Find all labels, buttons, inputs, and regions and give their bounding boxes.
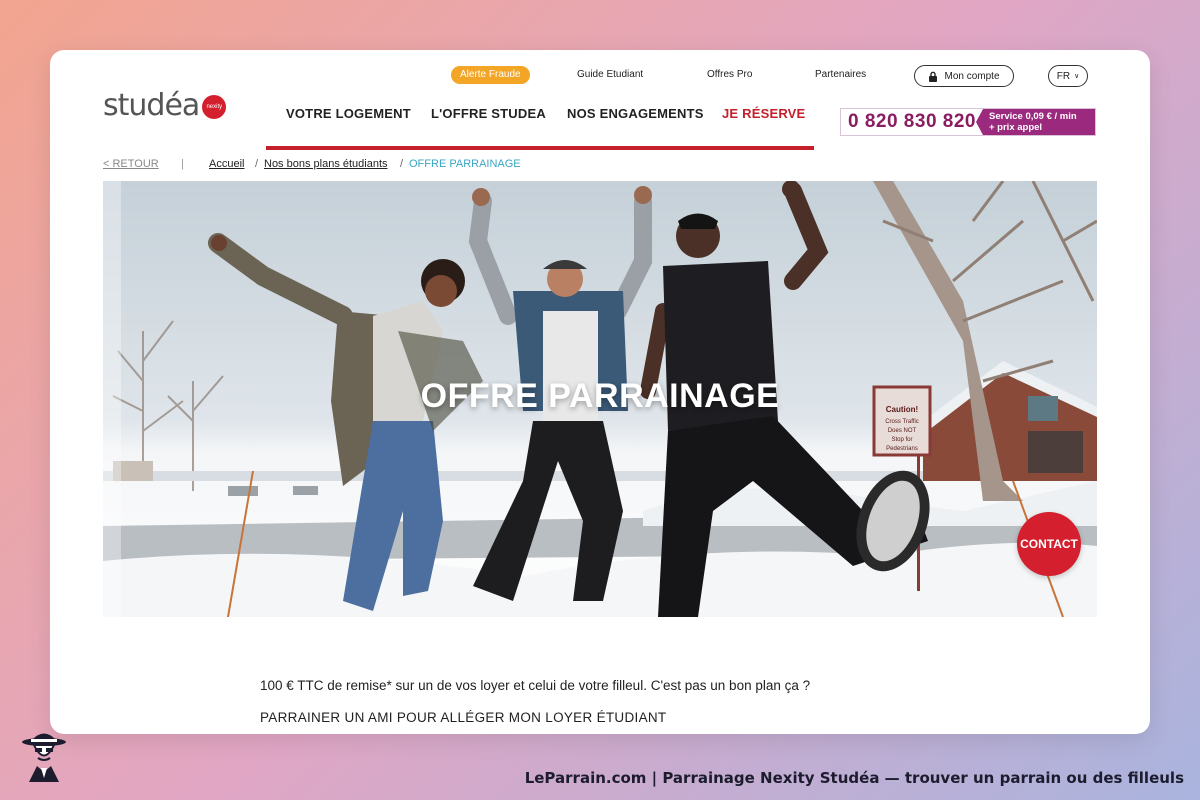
nav-je-reserve[interactable]: JE RÉSERVE (722, 106, 805, 121)
page-card: studéa nexity Alerte Fraude Guide Etudia… (50, 50, 1150, 734)
breadcrumb-home[interactable]: Accueil (209, 158, 244, 170)
guide-etudiant-link[interactable]: Guide Etudiant (577, 69, 643, 80)
tariff-line-1: Service 0,09 € / min (989, 111, 1077, 122)
logo-text: studéa (103, 88, 200, 123)
nav-nos-engagements[interactable]: NOS ENGAGEMENTS (567, 106, 704, 121)
account-label: Mon compte (944, 70, 1000, 82)
account-button[interactable]: Mon compte (914, 65, 1014, 87)
offres-pro-link[interactable]: Offres Pro (707, 69, 752, 80)
nav-offre-studea[interactable]: L'OFFRE STUDEA (431, 106, 546, 121)
alert-fraude-button[interactable]: Alerte Fraude (451, 66, 530, 84)
intro-text: 100 € TTC de remise* sur un de vos loyer… (260, 678, 811, 693)
partenaires-link[interactable]: Partenaires (815, 69, 866, 80)
section-heading: PARRAINER UN AMI POUR ALLÉGER MON LOYER … (260, 710, 667, 725)
svg-text:Cross Traffic: Cross Traffic (885, 419, 919, 425)
main-nav: VOTRE LOGEMENT L'OFFRE STUDEA NOS ENGAGE… (266, 106, 814, 150)
back-link[interactable]: < RETOUR (103, 158, 159, 170)
lock-icon (929, 71, 938, 82)
contact-button[interactable]: CONTACT (1017, 512, 1081, 576)
utility-bar: Alerte Fraude Guide Etudiant Offres Pro … (50, 65, 1150, 90)
nav-votre-logement[interactable]: VOTRE LOGEMENT (286, 106, 411, 121)
breadcrumb-divider: | (181, 158, 184, 170)
phone-banner[interactable]: 0 820 830 820 Service 0,09 € / min + pri… (840, 108, 1096, 136)
language-selector[interactable]: FR ∨ (1048, 65, 1088, 87)
hero-title: OFFRE PARRAINAGE (420, 377, 780, 415)
phone-tariff-tag: Service 0,09 € / min + prix appel (976, 109, 1095, 135)
tariff-line-2: + prix appel (989, 122, 1043, 133)
svg-text:Pedestrians: Pedestrians (886, 446, 918, 452)
footer-caption: LeParrain.com | Parrainage Nexity Studéa… (524, 769, 1184, 787)
breadcrumb-current: OFFRE PARRAINAGE (409, 158, 521, 170)
phone-number: 0 820 830 820 (847, 111, 976, 132)
svg-text:Stop for: Stop for (891, 437, 912, 443)
nexity-badge: nexity (202, 94, 227, 119)
hero-image: Caution! Cross Traffic Does NOT Stop for… (103, 181, 1097, 617)
breadcrumb-separator: / (400, 158, 404, 170)
language-label: FR (1056, 70, 1071, 82)
studea-logo[interactable]: studéa nexity (103, 88, 227, 123)
svg-text:Does NOT: Does NOT (888, 428, 917, 434)
leparrain-mascot-icon (22, 733, 66, 782)
nav-active-underline (266, 146, 814, 150)
breadcrumb-separator: / (255, 158, 259, 170)
breadcrumb-bons-plans[interactable]: Nos bons plans étudiants (264, 158, 388, 170)
chevron-down-icon: ∨ (1074, 73, 1080, 80)
